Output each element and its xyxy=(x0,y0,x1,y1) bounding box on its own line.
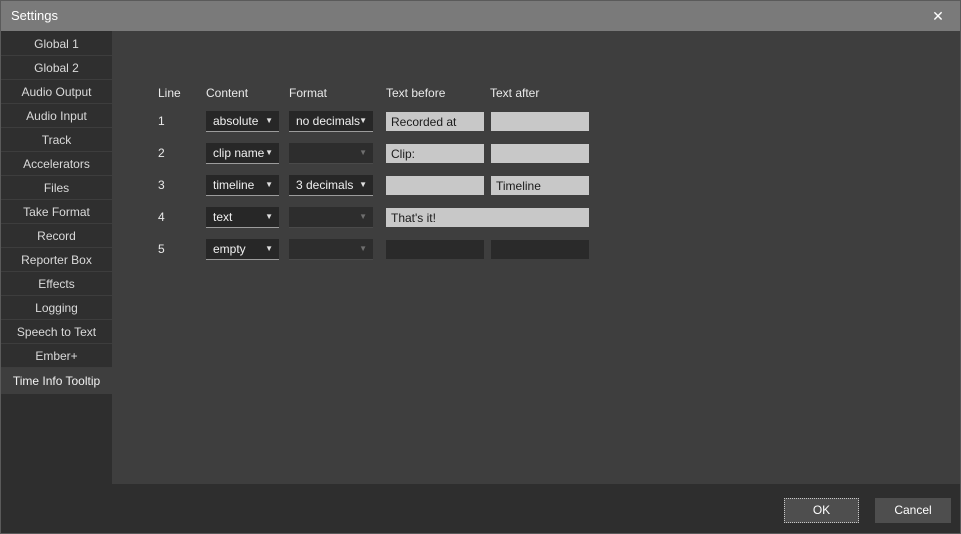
sidebar-item-global-2[interactable]: Global 2 xyxy=(1,56,112,80)
chevron-down-icon: ▼ xyxy=(359,116,367,125)
format-select-value: no decimals xyxy=(296,114,360,128)
text-after-input-row-1[interactable] xyxy=(491,112,589,131)
col-header-content: Content xyxy=(206,86,248,100)
line-number: 1 xyxy=(158,114,165,128)
sidebar-item-time-info-tooltip[interactable]: Time Info Tooltip xyxy=(1,368,112,394)
col-header-line: Line xyxy=(158,86,181,100)
text-after-input-row-2[interactable] xyxy=(491,144,589,163)
format-select-value: 3 decimals xyxy=(296,178,353,192)
format-select-row-1[interactable]: no decimals ▼ xyxy=(289,111,373,132)
format-select-row-2: ▼ xyxy=(289,143,373,164)
chevron-down-icon: ▼ xyxy=(265,212,273,221)
time-info-tooltip-panel: Line Content Format Text before Text aft… xyxy=(112,31,960,484)
chevron-down-icon: ▼ xyxy=(359,180,367,189)
chevron-down-icon: ▼ xyxy=(265,244,273,253)
chevron-down-icon: ▼ xyxy=(359,212,367,221)
sidebar-item-audio-input[interactable]: Audio Input xyxy=(1,104,112,128)
sidebar-item-record[interactable]: Record xyxy=(1,224,112,248)
sidebar-item-ember-plus[interactable]: Ember+ xyxy=(1,344,112,368)
sidebar-item-files[interactable]: Files xyxy=(1,176,112,200)
col-header-format: Format xyxy=(289,86,327,100)
col-header-text-before: Text before xyxy=(386,86,445,100)
sidebar: Global 1 Global 2 Audio Output Audio Inp… xyxy=(1,32,112,394)
content-select-value: text xyxy=(213,210,232,224)
line-number: 5 xyxy=(158,242,165,256)
line-number: 4 xyxy=(158,210,165,224)
content-select-value: empty xyxy=(213,242,246,256)
col-header-text-after: Text after xyxy=(490,86,539,100)
chevron-down-icon: ▼ xyxy=(265,180,273,189)
chevron-down-icon: ▼ xyxy=(265,148,273,157)
line-number: 2 xyxy=(158,146,165,160)
content-select-value: timeline xyxy=(213,178,254,192)
text-after-input-row-5 xyxy=(491,240,589,259)
sidebar-item-reporter-box[interactable]: Reporter Box xyxy=(1,248,112,272)
chevron-down-icon: ▼ xyxy=(265,116,273,125)
format-select-row-3[interactable]: 3 decimals ▼ xyxy=(289,175,373,196)
text-before-input-row-3[interactable] xyxy=(386,176,484,195)
sidebar-item-effects[interactable]: Effects xyxy=(1,272,112,296)
format-select-row-4: ▼ xyxy=(289,207,373,228)
sidebar-item-audio-output[interactable]: Audio Output xyxy=(1,80,112,104)
close-icon[interactable]: ✕ xyxy=(922,5,954,27)
content-select-row-3[interactable]: timeline ▼ xyxy=(206,175,279,196)
format-select-row-5: ▼ xyxy=(289,239,373,260)
ok-button[interactable]: OK xyxy=(784,498,859,523)
text-before-input-row-2[interactable] xyxy=(386,144,484,163)
chevron-down-icon: ▼ xyxy=(359,244,367,253)
sidebar-item-accelerators[interactable]: Accelerators xyxy=(1,152,112,176)
text-after-input-row-3[interactable] xyxy=(491,176,589,195)
sidebar-item-speech-to-text[interactable]: Speech to Text xyxy=(1,320,112,344)
text-before-input-row-5 xyxy=(386,240,484,259)
content-select-row-4[interactable]: text ▼ xyxy=(206,207,279,228)
content-select-value: clip name xyxy=(213,146,264,160)
content-select-row-2[interactable]: clip name ▼ xyxy=(206,143,279,164)
sidebar-item-logging[interactable]: Logging xyxy=(1,296,112,320)
sidebar-item-take-format[interactable]: Take Format xyxy=(1,200,112,224)
sidebar-item-track[interactable]: Track xyxy=(1,128,112,152)
content-select-row-5[interactable]: empty ▼ xyxy=(206,239,279,260)
cancel-button[interactable]: Cancel xyxy=(875,498,951,523)
combined-text-input-row-4[interactable] xyxy=(386,208,589,227)
window-title: Settings xyxy=(11,8,58,23)
text-before-input-row-1[interactable] xyxy=(386,112,484,131)
chevron-down-icon: ▼ xyxy=(359,148,367,157)
content-select-value: absolute xyxy=(213,114,258,128)
line-number: 3 xyxy=(158,178,165,192)
settings-window: Settings ✕ Global 1 Global 2 Audio Outpu… xyxy=(0,0,961,534)
sidebar-item-global-1[interactable]: Global 1 xyxy=(1,32,112,56)
titlebar: Settings ✕ xyxy=(1,1,960,31)
content-select-row-1[interactable]: absolute ▼ xyxy=(206,111,279,132)
